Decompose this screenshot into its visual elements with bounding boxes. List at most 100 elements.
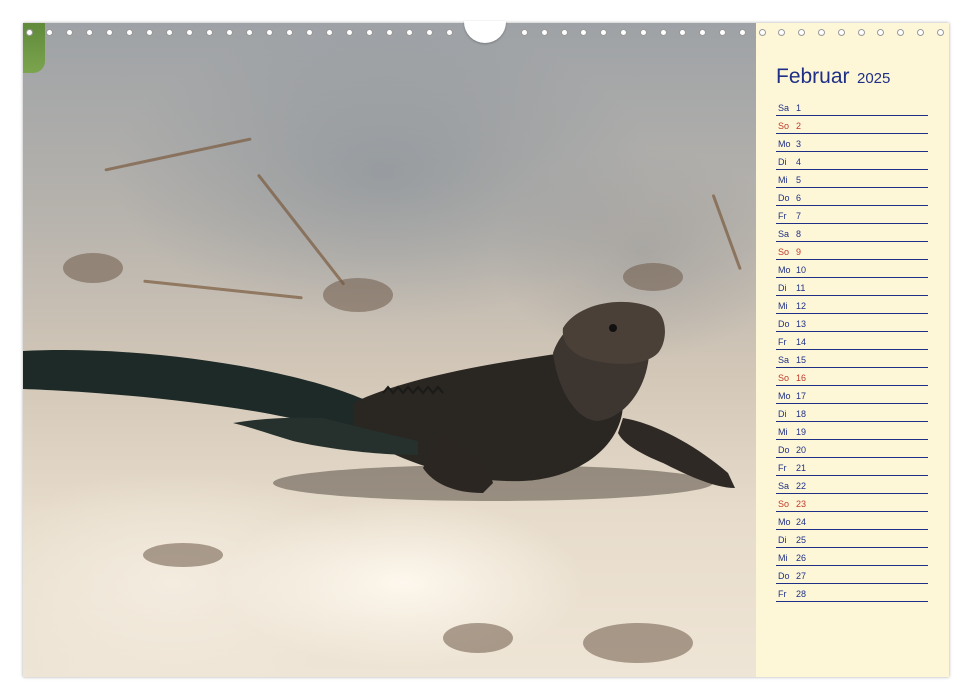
iguana-photo (23, 23, 756, 677)
binding-hole (406, 29, 413, 36)
binding-hole (146, 29, 153, 36)
day-row: Do 6 (776, 187, 928, 206)
day-weekday: Mo (778, 391, 791, 401)
day-number: 23 (796, 499, 807, 509)
binding-hole (818, 29, 825, 36)
binding-hole (660, 29, 667, 36)
day-number: 17 (796, 391, 807, 401)
day-number: 8 (796, 229, 802, 239)
binding-hole (917, 29, 924, 36)
day-row: Fr 7 (776, 205, 928, 224)
binding-hole (759, 29, 766, 36)
binding-hole (937, 29, 944, 36)
binding-hole (426, 29, 433, 36)
binding-hole (541, 29, 548, 36)
day-number: 18 (796, 409, 807, 419)
binding-hole (858, 29, 865, 36)
iguana-head (562, 301, 665, 364)
day-row: So 16 (776, 367, 928, 386)
day-row: Do 13 (776, 313, 928, 332)
binding-hole (346, 29, 353, 36)
day-row: Mo 17 (776, 385, 928, 404)
binding-hole (798, 29, 805, 36)
day-number: 4 (796, 157, 802, 167)
binding-hole (600, 29, 607, 36)
binding-hole (126, 29, 133, 36)
binding-hole (699, 29, 706, 36)
binding-hole (366, 29, 373, 36)
day-row: So 2 (776, 115, 928, 134)
day-weekday: Sa (778, 481, 790, 491)
day-weekday: Mi (778, 301, 788, 311)
day-row: Fr 21 (776, 457, 928, 476)
day-number: 26 (796, 553, 807, 563)
day-number: 11 (796, 283, 806, 293)
day-row: Sa 15 (776, 349, 928, 368)
day-weekday: So (778, 121, 790, 131)
binding-hole (580, 29, 587, 36)
day-weekday: Mi (778, 175, 788, 185)
day-number: 1 (796, 103, 802, 113)
day-number: 28 (796, 589, 807, 599)
binding-hole (897, 29, 904, 36)
day-row: Do 20 (776, 439, 928, 458)
binding-hole (186, 29, 193, 36)
day-weekday: Sa (778, 103, 790, 113)
binding-hole (521, 29, 528, 36)
calendar-page: Februar 2025 Sa 1 So 2 Mo 3 Di 4 Mi 5 Do 6 Fr 7 Sa 8 So 9… (23, 21, 949, 677)
day-row: So 23 (776, 493, 928, 512)
day-row: Di 25 (776, 529, 928, 548)
binding-hole (206, 29, 213, 36)
binding-hole (640, 29, 647, 36)
day-number: 24 (796, 517, 807, 527)
day-row: Mi 26 (776, 547, 928, 566)
day-row: Mo 24 (776, 511, 928, 530)
day-weekday: Do (778, 445, 790, 455)
binding-hole (620, 29, 627, 36)
day-number: 21 (796, 463, 807, 473)
binding-hole (778, 29, 785, 36)
day-row: Sa 1 (776, 97, 928, 116)
day-row: Do 27 (776, 565, 928, 584)
day-weekday: So (778, 499, 790, 509)
day-weekday: Do (778, 571, 790, 581)
day-row: Sa 8 (776, 223, 928, 242)
day-weekday: Fr (778, 337, 787, 347)
day-weekday: Do (778, 319, 790, 329)
day-number: 10 (796, 265, 807, 275)
day-row: Mo 10 (776, 259, 928, 278)
day-row: Mo 3 (776, 133, 928, 152)
day-weekday: So (778, 247, 790, 257)
day-number: 22 (796, 481, 807, 491)
day-weekday: Di (778, 157, 787, 167)
binding-hole (26, 29, 33, 36)
day-weekday: Mo (778, 517, 791, 527)
day-number: 6 (796, 193, 802, 203)
day-row: Fr 28 (776, 583, 928, 602)
binding-hole (226, 29, 233, 36)
day-number: 2 (796, 121, 802, 131)
day-number: 25 (796, 535, 807, 545)
day-weekday: Sa (778, 229, 790, 239)
day-row: Fr 14 (776, 331, 928, 350)
day-number: 7 (796, 211, 802, 221)
binding-hole (86, 29, 93, 36)
day-number: 15 (796, 355, 807, 365)
binding-hole (838, 29, 845, 36)
day-weekday: So (778, 373, 790, 383)
month-title: Februar 2025 (776, 65, 890, 89)
day-weekday: Di (778, 409, 787, 419)
binding-hole (446, 29, 453, 36)
binding-hole (561, 29, 568, 36)
binding-hole (877, 29, 884, 36)
binding-hole (739, 29, 746, 36)
day-weekday: Mi (778, 553, 788, 563)
binding-hole (266, 29, 273, 36)
day-number: 19 (796, 427, 807, 437)
day-weekday: Mi (778, 427, 788, 437)
day-number: 14 (796, 337, 807, 347)
day-row: Sa 22 (776, 475, 928, 494)
day-number: 9 (796, 247, 802, 257)
day-number: 5 (796, 175, 802, 185)
binding-hole (326, 29, 333, 36)
